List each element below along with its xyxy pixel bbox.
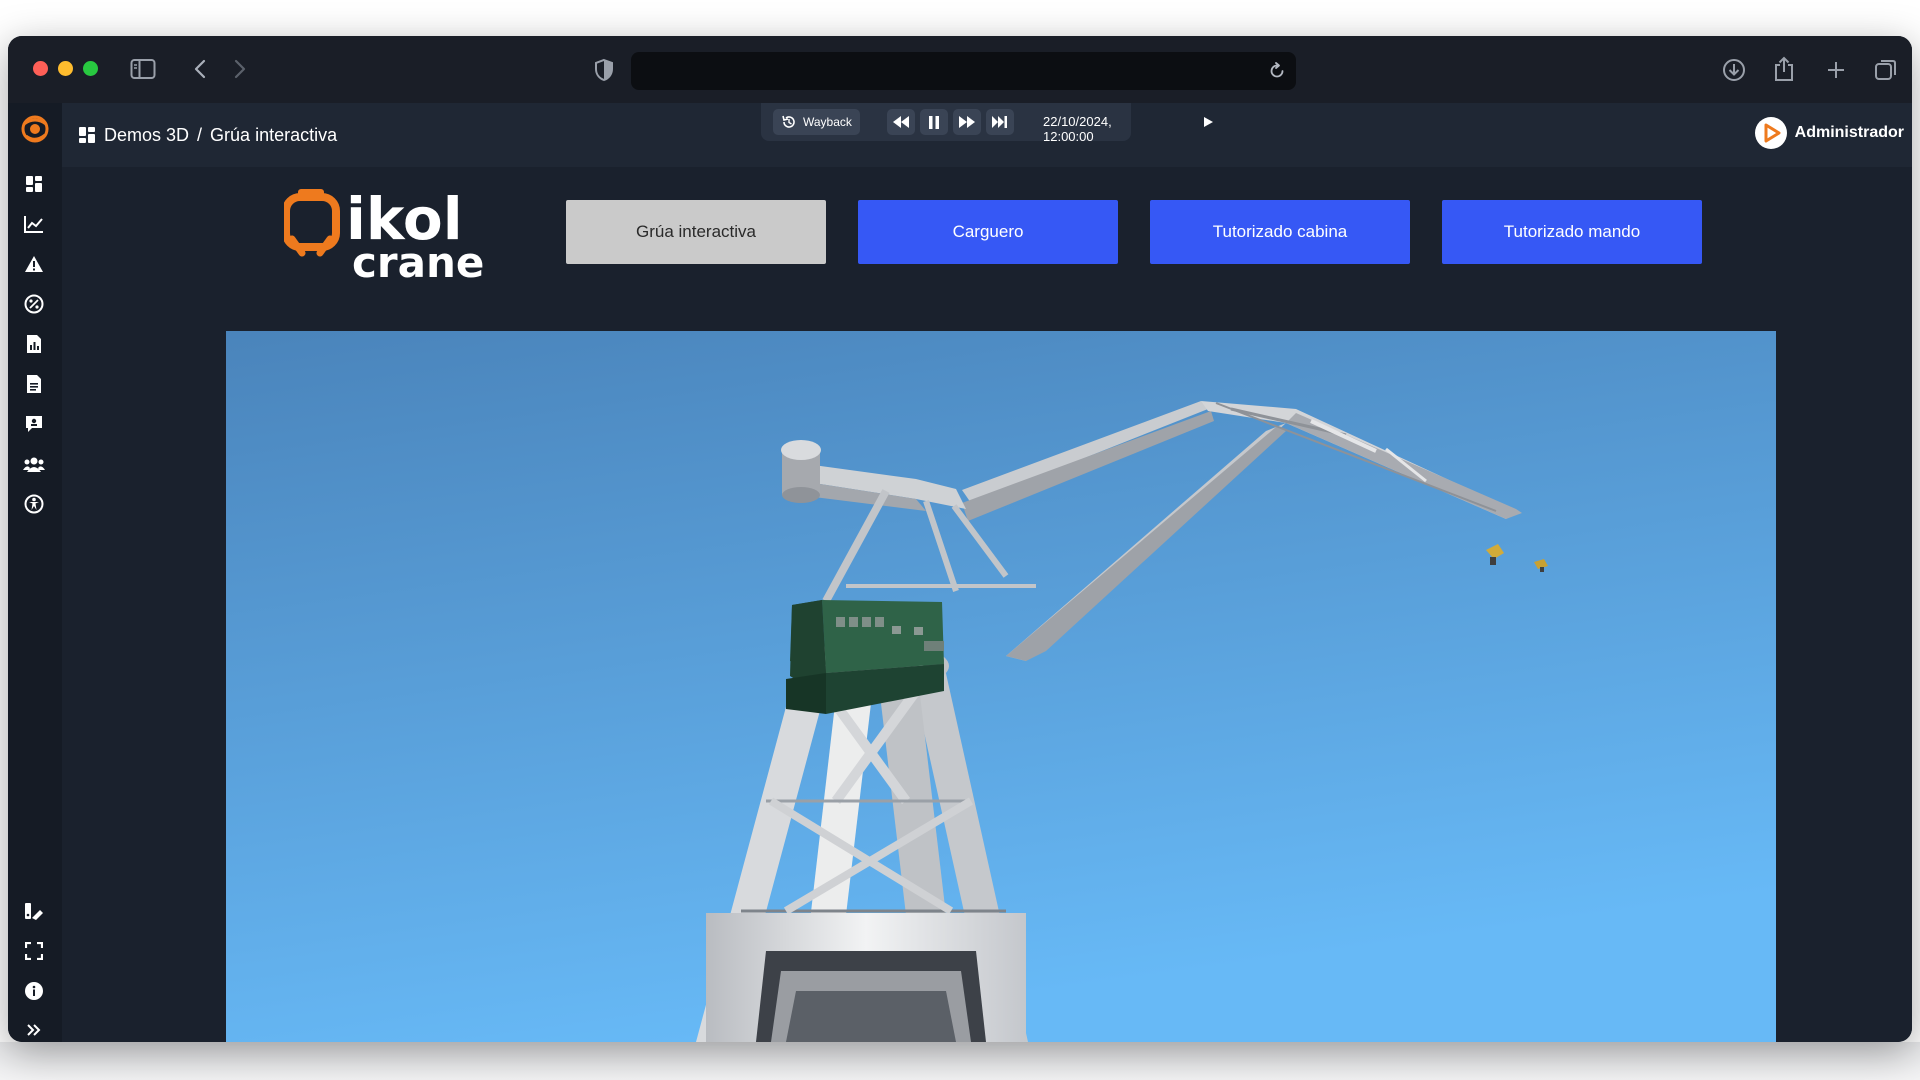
percent-icon	[24, 294, 44, 314]
breadcrumb-parent[interactable]: Demos 3D	[104, 125, 189, 146]
sidebar-item-kpis[interactable]	[23, 293, 45, 315]
dashboard-icon	[26, 176, 42, 192]
sidebar-item-reports[interactable]	[23, 333, 45, 355]
privacy-shield-icon[interactable]	[594, 58, 614, 82]
mode-button-interactive[interactable]: Grúa interactiva	[566, 200, 826, 264]
reload-icon[interactable]	[1268, 62, 1286, 80]
breadcrumb-separator: /	[197, 124, 203, 145]
comment-icon	[26, 416, 42, 432]
sidebar-item-users[interactable]	[23, 453, 45, 475]
sidebar-item-theme[interactable]	[23, 900, 45, 922]
zoom-window-button[interactable]	[83, 61, 98, 76]
address-bar[interactable]	[631, 52, 1296, 90]
minimize-window-button[interactable]	[58, 61, 73, 76]
rewind-icon	[893, 116, 909, 128]
breadcrumb: Demos 3D / Grúa interactiva	[78, 123, 337, 147]
mode-button-cabin[interactable]: Tutorizado cabina	[1150, 200, 1410, 264]
skip-to-end-button[interactable]	[986, 109, 1014, 135]
palette-icon	[25, 903, 43, 920]
mode-button-cargo[interactable]: Carguero	[858, 200, 1118, 264]
crane-3d-viewport[interactable]	[226, 331, 1776, 1042]
sidebar	[8, 103, 62, 1042]
app-logo-icon[interactable]	[18, 112, 52, 146]
dashboard-content: ikol crane Grúa interactiva Carguero Tut…	[62, 167, 1912, 1042]
wayback-button[interactable]: Wayback	[773, 109, 860, 135]
play-icon[interactable]	[1204, 117, 1213, 127]
wayback-player: Wayback 22/10/2024, 12:00:00	[761, 103, 1213, 144]
globe-icon	[24, 494, 44, 514]
close-window-button[interactable]	[33, 61, 48, 76]
sidebar-item-fullscreen[interactable]	[23, 940, 45, 962]
sidebar-item-accessibility[interactable]	[23, 493, 45, 515]
user-menu[interactable]: Administrador	[1754, 117, 1904, 149]
pause-button[interactable]	[920, 109, 948, 135]
crane-scene	[226, 331, 1776, 1042]
forward-arrow-icon[interactable]	[232, 58, 248, 80]
document-icon	[27, 375, 41, 393]
user-avatar	[1754, 117, 1787, 149]
sidebar-item-messages[interactable]	[23, 413, 45, 435]
desktop-backdrop	[0, 1042, 1920, 1080]
tab-overview-icon[interactable]	[1874, 58, 1898, 82]
logo-word-bottom: crane	[352, 238, 484, 281]
sidebar-item-dashboards[interactable]	[23, 173, 45, 195]
fast-forward-button[interactable]	[953, 109, 981, 135]
sidebar-item-charts[interactable]	[23, 213, 45, 235]
alert-icon	[25, 256, 43, 272]
new-tab-icon[interactable]	[1825, 59, 1847, 81]
expand-icon	[27, 1024, 41, 1036]
user-name: Administrador	[1794, 124, 1904, 141]
fast-forward-icon	[959, 116, 975, 128]
breadcrumb-current: Grúa interactiva	[210, 124, 338, 145]
dashboard-grid-icon	[79, 127, 95, 143]
back-arrow-icon[interactable]	[192, 58, 208, 80]
browser-window: Demos 3D / Grúa interactiva Wayback 22/1…	[8, 36, 1912, 1042]
pause-icon	[929, 115, 939, 129]
history-icon	[782, 115, 795, 128]
app-header: Demos 3D / Grúa interactiva Wayback 22/1…	[8, 103, 1912, 167]
sidebar-item-documents[interactable]	[23, 373, 45, 395]
users-icon	[23, 457, 45, 472]
sidebar-toggle-icon[interactable]	[130, 58, 156, 80]
fullscreen-icon	[25, 942, 43, 960]
ikol-crane-logo: ikol crane	[284, 185, 484, 281]
info-icon	[25, 982, 43, 1000]
sidebar-item-info[interactable]	[23, 980, 45, 1002]
brand-play-icon	[1764, 123, 1781, 143]
wayback-label: Wayback	[803, 115, 852, 129]
mode-button-remote[interactable]: Tutorizado mando	[1442, 200, 1702, 264]
sidebar-expand-toggle[interactable]	[23, 1019, 45, 1041]
download-icon[interactable]	[1722, 58, 1746, 82]
wayback-datetime[interactable]: 22/10/2024, 12:00:00	[1043, 114, 1131, 144]
skip-end-icon	[992, 116, 1007, 128]
chart-icon	[24, 216, 43, 233]
sidebar-item-alerts[interactable]	[23, 253, 45, 275]
browser-toolbar	[8, 36, 1912, 103]
rewind-button[interactable]	[887, 109, 915, 135]
report-icon	[27, 335, 41, 353]
share-icon[interactable]	[1773, 56, 1795, 82]
